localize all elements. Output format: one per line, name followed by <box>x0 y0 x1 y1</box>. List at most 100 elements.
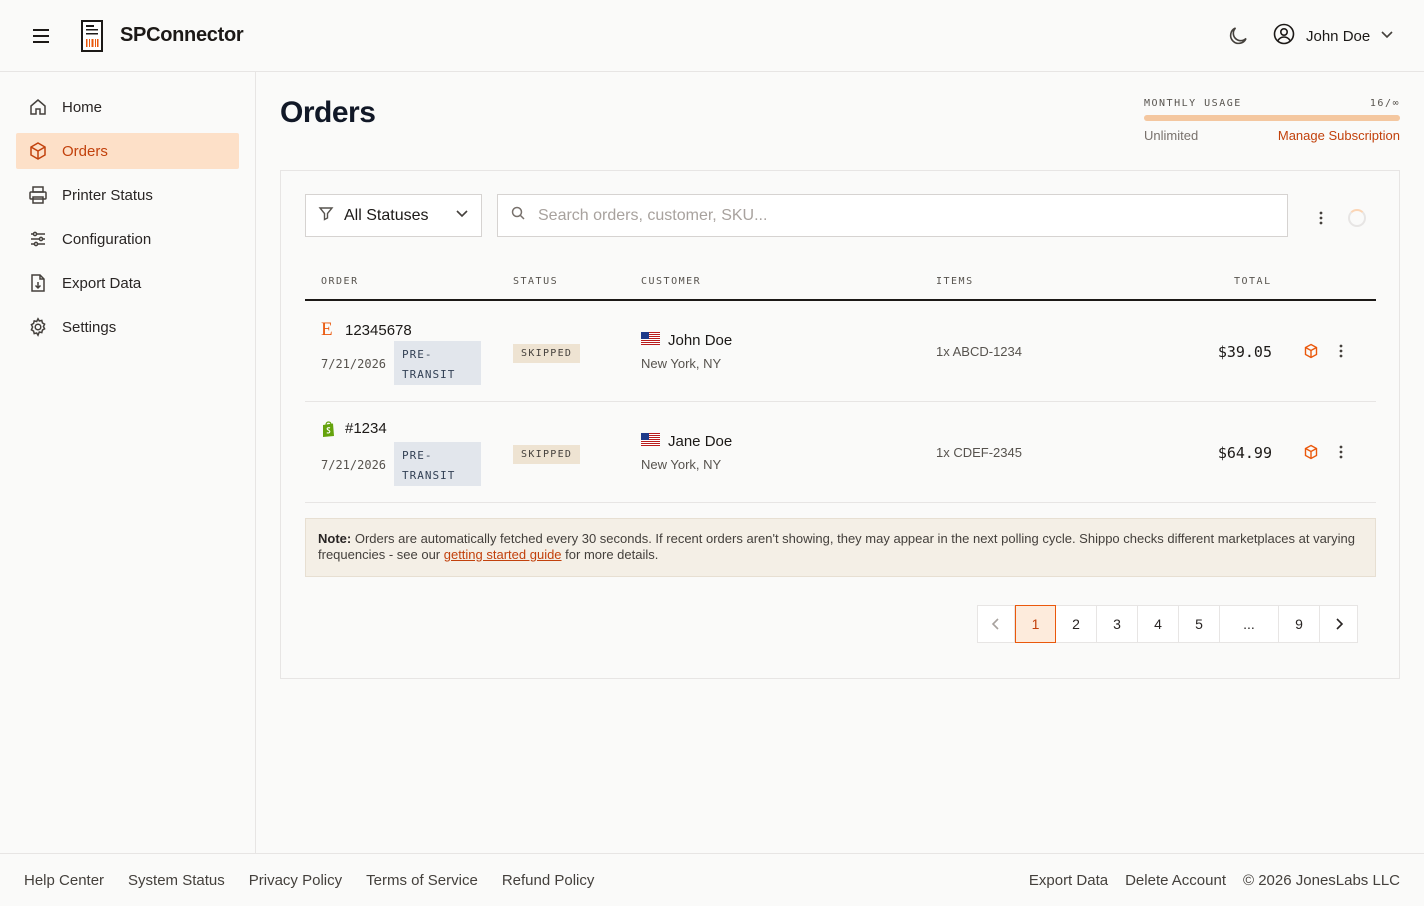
getting-started-link[interactable]: getting started guide <box>444 547 562 562</box>
sliders-icon <box>28 229 48 249</box>
app-name: SPConnector <box>120 24 244 46</box>
tracking-status-line: TRANSIT <box>402 368 456 381</box>
file-export-icon <box>28 273 48 293</box>
chevron-down-icon <box>1380 27 1394 46</box>
footer: Help Center System Status Privacy Policy… <box>0 853 1424 906</box>
order-total: $64.99 <box>1217 444 1272 462</box>
order-id: #1234 <box>345 420 387 437</box>
tracking-status-line: PRE- <box>402 348 433 361</box>
copyright: © 2026 JonesLabs LLC <box>1243 872 1400 889</box>
row-more-options-icon[interactable] <box>1332 443 1350 461</box>
dark-mode-toggle-icon[interactable] <box>1226 24 1250 48</box>
page-title: Orders <box>280 96 376 129</box>
orders-card: All Statuses ORDER STATUS CUSTOMER ITEMS… <box>280 170 1400 679</box>
menu-icon[interactable] <box>30 24 54 48</box>
printer-icon <box>28 185 48 205</box>
usage-progress-fill <box>1144 115 1400 121</box>
package-icon[interactable] <box>1303 444 1319 460</box>
order-total: $39.05 <box>1217 343 1272 361</box>
search-input[interactable] <box>538 206 1275 225</box>
user-menu[interactable]: John Doe <box>1272 22 1394 51</box>
more-options-icon[interactable] <box>1311 208 1331 228</box>
page-button-4[interactable]: 4 <box>1138 606 1179 642</box>
status-badge: SKIPPED <box>513 344 581 363</box>
sidebar-item-printer-status[interactable]: Printer Status <box>16 177 239 213</box>
table-header: ORDER STATUS CUSTOMER ITEMS TOTAL <box>305 269 1376 301</box>
page-button-5[interactable]: 5 <box>1179 606 1220 642</box>
pagination: 1 2 3 4 5 ... 9 <box>977 605 1358 643</box>
note-prefix: Note: <box>318 531 352 546</box>
column-header-total: TOTAL <box>1234 276 1272 287</box>
tracking-status-line: PRE- <box>402 449 433 462</box>
us-flag-icon <box>641 332 660 349</box>
table-row[interactable]: E 12345678 7/21/2026 PRE- TRANSIT SKIPPE… <box>305 301 1376 402</box>
user-avatar-icon <box>1272 22 1296 51</box>
home-icon <box>28 97 48 117</box>
box-icon <box>28 141 48 161</box>
column-header-items: ITEMS <box>936 276 974 287</box>
etsy-icon: E <box>321 319 333 340</box>
footer-link-refund-policy[interactable]: Refund Policy <box>502 872 595 889</box>
page-button-3[interactable]: 3 <box>1097 606 1138 642</box>
monthly-usage: MONTHLY USAGE 16/∞ Unlimited Manage Subs… <box>1144 98 1400 143</box>
tracking-status-badge: PRE- TRANSIT <box>394 341 481 385</box>
user-name: John Doe <box>1306 27 1371 45</box>
chevron-down-icon <box>455 206 469 225</box>
search-box <box>497 194 1288 237</box>
package-icon[interactable] <box>1303 343 1319 359</box>
page-button-1[interactable]: 1 <box>1015 605 1056 643</box>
sidebar-item-home[interactable]: Home <box>16 89 239 125</box>
us-flag-icon <box>641 433 660 450</box>
page-button-9[interactable]: 9 <box>1279 606 1320 642</box>
usage-progress-bar <box>1144 115 1400 121</box>
column-header-status: STATUS <box>513 276 559 287</box>
sidebar-item-label: Printer Status <box>62 186 153 204</box>
sidebar-item-configuration[interactable]: Configuration <box>16 221 239 257</box>
sidebar-item-settings[interactable]: Settings <box>16 309 239 345</box>
top-header: SPConnector John Doe <box>0 0 1424 72</box>
app-logo-icon <box>80 20 104 52</box>
sidebar-item-label: Settings <box>62 318 117 336</box>
status-badge: SKIPPED <box>513 445 581 464</box>
manage-subscription-link[interactable]: Manage Subscription <box>1278 128 1400 143</box>
gear-icon <box>28 317 48 337</box>
order-items: 1x ABCD-1234 <box>936 344 1022 359</box>
status-filter-dropdown[interactable]: All Statuses <box>305 194 482 237</box>
usage-plan: Unlimited <box>1144 128 1199 143</box>
usage-label: MONTHLY USAGE <box>1144 98 1242 109</box>
order-date: 7/21/2026 <box>321 357 387 371</box>
footer-link-help-center[interactable]: Help Center <box>24 872 104 889</box>
tracking-status-line: TRANSIT <box>402 469 456 482</box>
footer-link-privacy-policy[interactable]: Privacy Policy <box>249 872 342 889</box>
page-ellipsis: ... <box>1220 606 1279 642</box>
usage-count: 16/∞ <box>1369 98 1400 109</box>
sidebar-item-label: Home <box>62 98 103 116</box>
order-date: 7/21/2026 <box>321 458 387 472</box>
table-row[interactable]: #1234 7/21/2026 PRE- TRANSIT SKIPPED Jan… <box>305 402 1376 503</box>
customer-location: New York, NY <box>641 457 722 472</box>
order-id: 12345678 <box>345 321 412 339</box>
sidebar-item-orders[interactable]: Orders <box>16 133 239 169</box>
next-page-button[interactable] <box>1320 606 1357 642</box>
sidebar-item-export-data[interactable]: Export Data <box>16 265 239 301</box>
footer-link-system-status[interactable]: System Status <box>128 872 225 889</box>
column-header-customer: CUSTOMER <box>641 276 702 287</box>
sidebar-item-label: Configuration <box>62 230 152 248</box>
page-button-2[interactable]: 2 <box>1056 606 1097 642</box>
note-text-end: for more details. <box>561 547 659 562</box>
tracking-status-badge: PRE- TRANSIT <box>394 442 481 486</box>
footer-link-terms-of-service[interactable]: Terms of Service <box>366 872 478 889</box>
row-more-options-icon[interactable] <box>1332 342 1350 360</box>
shopify-icon <box>321 420 337 437</box>
previous-page-button[interactable] <box>978 606 1015 642</box>
footer-link-export-data[interactable]: Export Data <box>1029 872 1108 889</box>
polling-note: Note: Orders are automatically fetched e… <box>305 518 1376 577</box>
sidebar-item-label: Orders <box>62 142 108 160</box>
status-filter-label: All Statuses <box>344 206 429 224</box>
column-header-order: ORDER <box>321 276 359 287</box>
sidebar-item-label: Export Data <box>62 274 142 292</box>
search-icon <box>510 205 526 226</box>
customer-name: Jane Doe <box>668 433 733 450</box>
footer-link-delete-account[interactable]: Delete Account <box>1125 872 1226 889</box>
order-items: 1x CDEF-2345 <box>936 445 1022 460</box>
